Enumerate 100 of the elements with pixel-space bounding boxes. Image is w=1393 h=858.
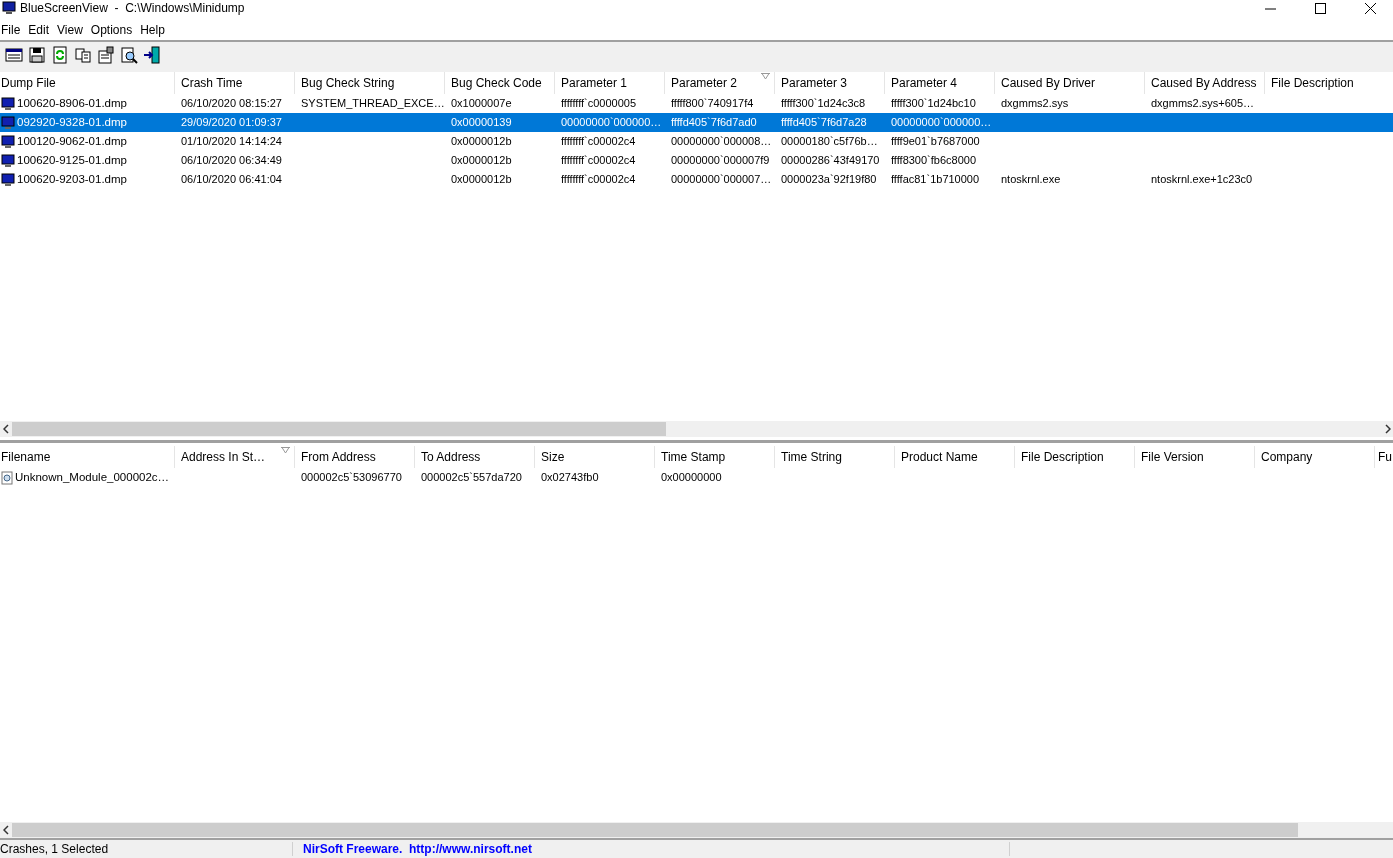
column-header[interactable]: Bug Check String [295,72,445,94]
column-header[interactable]: Time String [775,446,895,468]
table-row[interactable]: 100620-8906-01.dmp 06/10/2020 08:15:27 SYSTEM_THREAD_EXCE… 0x1000007e ffffffff`c0000005 fffff800`740917f4 fffff300`1d24c3c8 fffff300`1d24bc10 dxgmms2.sys dxgmms2.sys+605… [0,94,1393,113]
table-cell: 0x0000012b [451,173,512,185]
table-row[interactable]: 100620-9125-01.dmp 06/10/2020 06:34:49 0x0000012b ffffffff`c00002c4 00000000`000007f9 00000286`43f49170 ffff8300`fb6c8000 [0,151,1393,170]
horizontal-scrollbar[interactable] [0,421,1393,437]
table-cell: ffffd405`7f6d7a28 [781,116,867,128]
table-cell: 00000000`000008… [671,135,772,147]
column-header[interactable]: Dump File [0,72,175,94]
table-row[interactable]: 100620-9203-01.dmp 06/10/2020 06:41:04 0x0000012b ffffffff`c00002c4 00000000`000007… 0000023a`92f19f80 ffffac81`1b710000 ntoskrnl.exe ntoskrnl.exe+1c23c0 [0,170,1393,189]
table-cell: dxgmms2.sys [1001,97,1069,109]
table-cell: 000002c5`557da720 [421,471,522,483]
table-cell: 0000023a`92f19f80 [781,173,877,185]
table-cell: ffffffff`c00002c4 [561,173,636,185]
table-cell: ffffffff`c00002c4 [561,135,636,147]
table-cell: 00000000`000007f9 [671,154,770,166]
search-icon[interactable] [120,46,138,64]
column-header[interactable]: Size [535,446,655,468]
sort-arrow-icon [281,447,290,453]
scroll-left-icon[interactable] [2,424,10,434]
column-header[interactable]: Filename [0,446,175,468]
table-cell: fffff800`740917f4 [671,97,754,109]
column-header[interactable]: File Version [1135,446,1255,468]
column-header[interactable]: File Description [1265,72,1393,94]
menu-item[interactable]: Help [140,23,171,37]
table-cell: 00000000`000007… [671,173,772,185]
column-header[interactable]: Caused By Address [1145,72,1265,94]
monitor-icon [1,115,15,130]
monitor-icon [1,172,15,187]
menu-item[interactable]: Options [90,23,139,37]
copy-icon[interactable] [74,46,92,64]
table-cell: ffffffff`c0000005 [561,97,637,109]
column-header[interactable]: Parameter 4 [885,72,995,94]
column-header[interactable]: Address In St… [175,446,295,468]
table-cell: 00000286`43f49170 [781,154,880,166]
column-header[interactable]: Parameter 1 [555,72,665,94]
table-cell-text: 100620-9203-01.dmp [17,172,127,187]
column-header[interactable]: Parameter 2 [665,72,775,94]
table-cell: ffffd405`7f6d7ad0 [671,116,757,128]
scrollbar-thumb[interactable] [12,823,1298,837]
table-cell: fffff300`1d24c3c8 [781,97,866,109]
exit-icon[interactable] [143,46,161,64]
table-cell: dxgmms2.sys+605… [1151,97,1254,109]
table-cell: ffff9e01`b7687000 [891,135,980,147]
menu-item[interactable]: View [57,23,89,37]
column-header[interactable]: From Address [295,446,415,468]
column-header[interactable]: File Description [1015,446,1135,468]
maximize-icon[interactable] [1314,2,1326,14]
column-header[interactable]: Company [1255,446,1375,468]
column-header[interactable]: Parameter 3 [775,72,885,94]
table-cell: 0x00000139 [451,116,512,128]
monitor-icon [1,153,15,168]
column-header[interactable]: Bug Check Code [445,72,555,94]
sort-arrow-icon [761,73,770,79]
table-cell-text: 100620-9125-01.dmp [17,153,127,168]
table-cell: 01/10/2020 14:14:24 [181,135,282,147]
column-header[interactable]: Time Stamp [655,446,775,468]
menu-item[interactable]: Edit [28,23,56,37]
table-row[interactable]: Unknown_Module_000002c… 000002c5`53096770 000002c5`557da720 0x02743fb0 0x00000000 [0,468,1393,487]
table-cell: ntoskrnl.exe+1c23c0 [1151,173,1253,185]
table-cell: 0x00000000 [661,471,722,483]
settings-icon[interactable] [97,46,115,64]
table-row[interactable]: 092920-9328-01.dmp 29/09/2020 01:09:37 0x00000139 00000000`000000… ffffd405`7f6d7ad0 ffffd405`7f6d7a28 00000000`000000… [0,113,1393,132]
horizontal-scrollbar[interactable] [0,822,1393,838]
scroll-left-icon[interactable] [2,825,10,835]
table-cell: 0x0000012b [451,154,512,166]
table-cell: 29/09/2020 01:09:37 [181,116,282,128]
app-icon [2,1,16,15]
scrollbar-thumb[interactable] [12,422,666,436]
column-header[interactable]: Caused By Driver [995,72,1145,94]
table-cell: 0x1000007e [451,97,512,109]
table-cell: 0x0000012b [451,135,512,147]
table-cell: fffff300`1d24bc10 [891,97,976,109]
table-row[interactable]: 100120-9062-01.dmp 01/10/2020 14:14:24 0x0000012b ffffffff`c00002c4 00000000`000008… 00000180`c5f76b… ffff9e01`b7687000 [0,132,1393,151]
website-link[interactable]: NirSoft Freeware. http://www.nirsoft.net [293,842,1010,856]
window-title: BlueScreenView - C:\Windows\Minidump [20,1,246,15]
table-cell-text: Unknown_Module_000002c… [15,470,170,485]
table-cell: 0x02743fb0 [541,471,599,483]
refresh-icon[interactable] [51,46,69,64]
table-cell: SYSTEM_THREAD_EXCE… [301,97,445,109]
table-cell: 00000180`c5f76b… [781,135,878,147]
table-cell: ntoskrnl.exe [1001,173,1061,185]
menu-item[interactable]: File [0,23,27,37]
column-header[interactable]: To Address [415,446,535,468]
column-header[interactable]: Fu [1375,446,1393,468]
window-icon[interactable] [5,46,23,64]
table-cell: 06/10/2020 08:15:27 [181,97,282,109]
monitor-icon [1,134,15,149]
table-cell: 00000000`000000… [561,116,662,128]
save-icon[interactable] [28,46,46,64]
column-header[interactable]: Product Name [895,446,1015,468]
table-cell: 06/10/2020 06:41:04 [181,173,282,185]
column-header[interactable]: Crash Time [175,72,295,94]
status-text: Crashes, 1 Selected [0,842,293,856]
table-cell-text: 092920-9328-01.dmp [17,115,127,130]
table-cell: ffffffff`c00002c4 [561,154,636,166]
table-cell: 06/10/2020 06:34:49 [181,154,282,166]
close-icon[interactable] [1364,2,1376,14]
table-cell: 000002c5`53096770 [301,471,402,483]
scroll-right-icon[interactable] [1383,424,1391,434]
